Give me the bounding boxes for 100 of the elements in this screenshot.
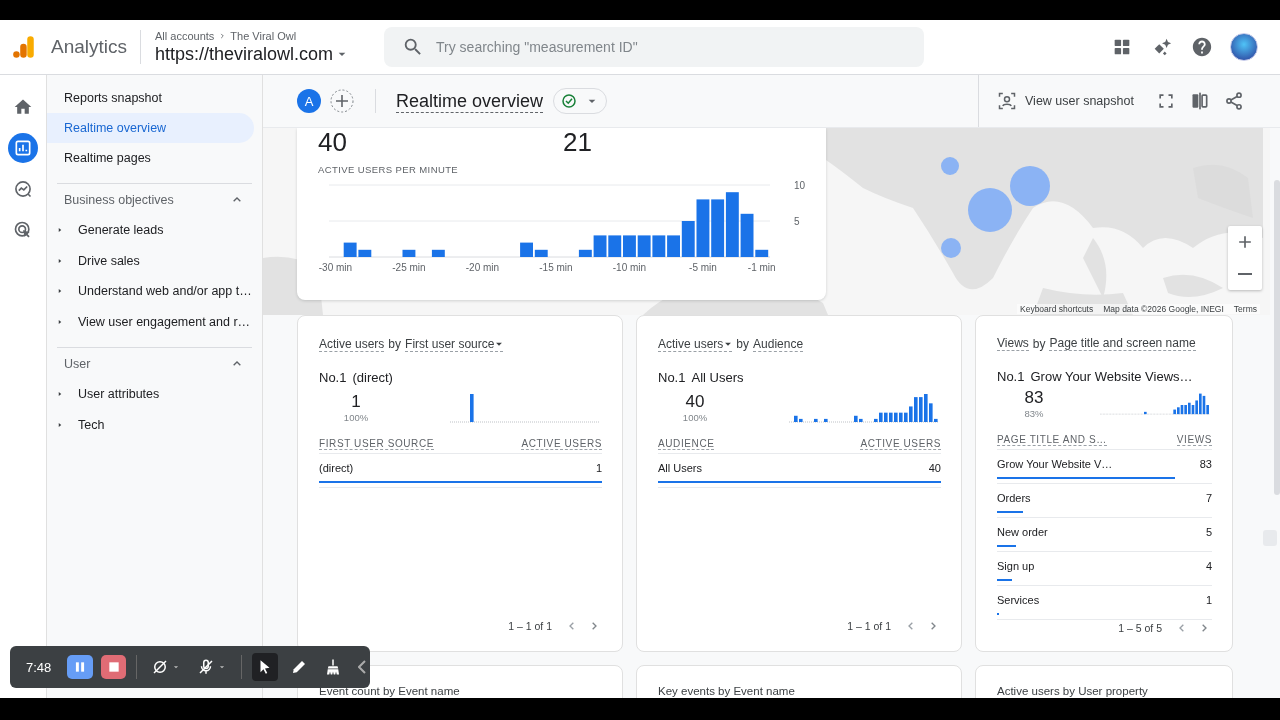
nav-rail-button[interactable]	[8, 133, 38, 163]
table-cell-text: 4	[1205, 560, 1212, 574]
table-cell-text: Services	[997, 594, 1040, 608]
sidebar-item[interactable]: View user engagement and r…	[47, 306, 262, 337]
rank-label: No.1	[658, 370, 686, 385]
dimension-link[interactable]: Page title and screen name	[1049, 336, 1196, 351]
column-header[interactable]: AUDIENCE	[658, 438, 715, 450]
table-cell-text: 83	[1199, 458, 1212, 472]
chevron-left-icon	[358, 660, 366, 674]
card-title: Key events by Event name	[658, 685, 796, 697]
minus-icon	[1238, 273, 1252, 275]
scrollbar[interactable]	[1274, 180, 1280, 495]
page-title: Realtime overview	[396, 89, 544, 113]
table-cell-text: 7	[1205, 492, 1212, 506]
recording-time: 7:48	[26, 659, 52, 675]
account-avatar[interactable]	[1230, 33, 1258, 61]
top-item-name: Grow Your Website Views…	[1030, 369, 1193, 384]
sidebar-item[interactable]: Realtime overview	[47, 113, 254, 143]
pagination-label: 1 – 1 of 1	[847, 620, 891, 632]
reports-icon	[13, 138, 33, 158]
map-attribution-link[interactable]: Terms	[1233, 304, 1257, 314]
dimension-dropdown[interactable]: Active users	[658, 336, 733, 352]
analytics-logo	[11, 34, 37, 60]
product-name: Analytics	[51, 36, 128, 58]
share-icon	[1223, 91, 1244, 111]
rank-label: No.1	[319, 370, 347, 385]
table-cell-text: All Users	[658, 462, 702, 476]
chart-title: ACTIVE USERS PER MINUTE	[318, 164, 460, 175]
axis-label: -5 min	[689, 262, 717, 273]
bar	[637, 235, 651, 257]
table-cell-text: Orders	[997, 492, 1031, 506]
sidebar-item[interactable]: Tech	[47, 409, 262, 440]
axis-label: -15 min	[539, 262, 573, 273]
sidebar-item[interactable]: Drive sales	[47, 245, 262, 276]
sidebar-item[interactable]: Realtime pages	[47, 143, 254, 173]
axis-label: -20 min	[465, 262, 500, 273]
dimension-link[interactable]: Active users	[319, 336, 385, 352]
axis-label: -10 min	[612, 262, 647, 273]
column-header[interactable]: VIEWS	[1176, 434, 1212, 446]
sidebar-item[interactable]: Reports snapshot	[47, 83, 254, 113]
breadcrumb-link[interactable]: The Viral Owl	[230, 29, 297, 42]
axis-label: -30 min	[318, 262, 353, 273]
title-text: by	[736, 337, 750, 351]
add-comparison-button[interactable]	[329, 88, 355, 114]
pointer-tool-button[interactable]	[252, 653, 278, 681]
column-header[interactable]: PAGE TITLE AND S…	[997, 434, 1107, 446]
metric-value: 21	[563, 129, 593, 155]
bar	[608, 235, 622, 257]
plus-icon	[330, 89, 354, 113]
explore-icon	[13, 179, 33, 199]
bar	[431, 249, 445, 257]
metric-value: 40	[318, 129, 348, 155]
axis-label: 5	[794, 216, 800, 227]
bar	[402, 249, 416, 257]
property-selector[interactable]: https://theviralowl.com	[155, 43, 371, 65]
sidebar-item[interactable]: User attributes	[47, 379, 262, 410]
axis-label: -25 min	[392, 262, 426, 273]
breadcrumb-link[interactable]: All accounts	[155, 29, 215, 42]
top-item-name: All Users	[691, 370, 744, 385]
section-header[interactable]: Business objectives	[47, 188, 262, 212]
microphone-off-icon	[197, 658, 216, 676]
table-cell-text: Grow Your Website V…	[997, 458, 1113, 472]
dimension-link[interactable]: Audience	[753, 336, 804, 352]
bar	[623, 235, 636, 257]
stop-icon	[106, 660, 121, 674]
table-cell-text: 1	[595, 462, 602, 476]
table-cell-text: Sign up	[997, 560, 1035, 574]
map-attribution-link[interactable]: Keyboard shortcuts	[1020, 304, 1094, 314]
view-user-snapshot-button[interactable]: View user snapshot	[997, 91, 1134, 111]
dimension-dropdown[interactable]: First user source	[405, 336, 504, 352]
title-text: by	[1032, 336, 1046, 351]
top-item-value: 1	[351, 392, 361, 412]
pencil-icon	[290, 658, 308, 676]
map-attribution-link[interactable]: Map data ©2026 Google, INEGI	[1103, 304, 1224, 314]
section-header[interactable]: User	[47, 352, 262, 376]
title-text: by	[388, 337, 402, 351]
column-header[interactable]: FIRST USER SOURCE	[319, 438, 435, 450]
sidebar-item[interactable]: Generate leads	[47, 215, 262, 246]
top-item-value: 83	[1024, 388, 1044, 408]
pause-button[interactable]	[67, 655, 93, 679]
table-cell-text: (direct)	[319, 462, 354, 476]
pagination-label: 1 – 1 of 1	[508, 620, 552, 632]
advertising-icon	[13, 220, 33, 240]
column-header[interactable]: ACTIVE USERS	[860, 438, 941, 450]
column-header[interactable]: ACTIVE USERS	[521, 438, 602, 450]
top-item-value: 40	[685, 392, 705, 412]
bar	[652, 235, 666, 257]
search-field[interactable]: Try searching "measurement ID"	[384, 27, 925, 67]
rank-label: No.1	[997, 369, 1025, 384]
stop-button[interactable]	[100, 655, 127, 679]
dimension-link[interactable]: Views	[997, 336, 1029, 351]
help-icon	[1191, 36, 1213, 58]
table-cell-text: 40	[928, 462, 941, 476]
sidebar-item[interactable]: Understand web and/or app t…	[47, 276, 262, 307]
top-item-share: 100%	[682, 412, 708, 423]
table-cell-text: New order	[997, 526, 1048, 540]
comparison-avatar[interactable]: A	[297, 89, 321, 113]
person-snapshot-icon	[997, 91, 1017, 111]
axis-label: -1 min	[747, 262, 776, 273]
top-item-name: (direct)	[352, 370, 393, 385]
